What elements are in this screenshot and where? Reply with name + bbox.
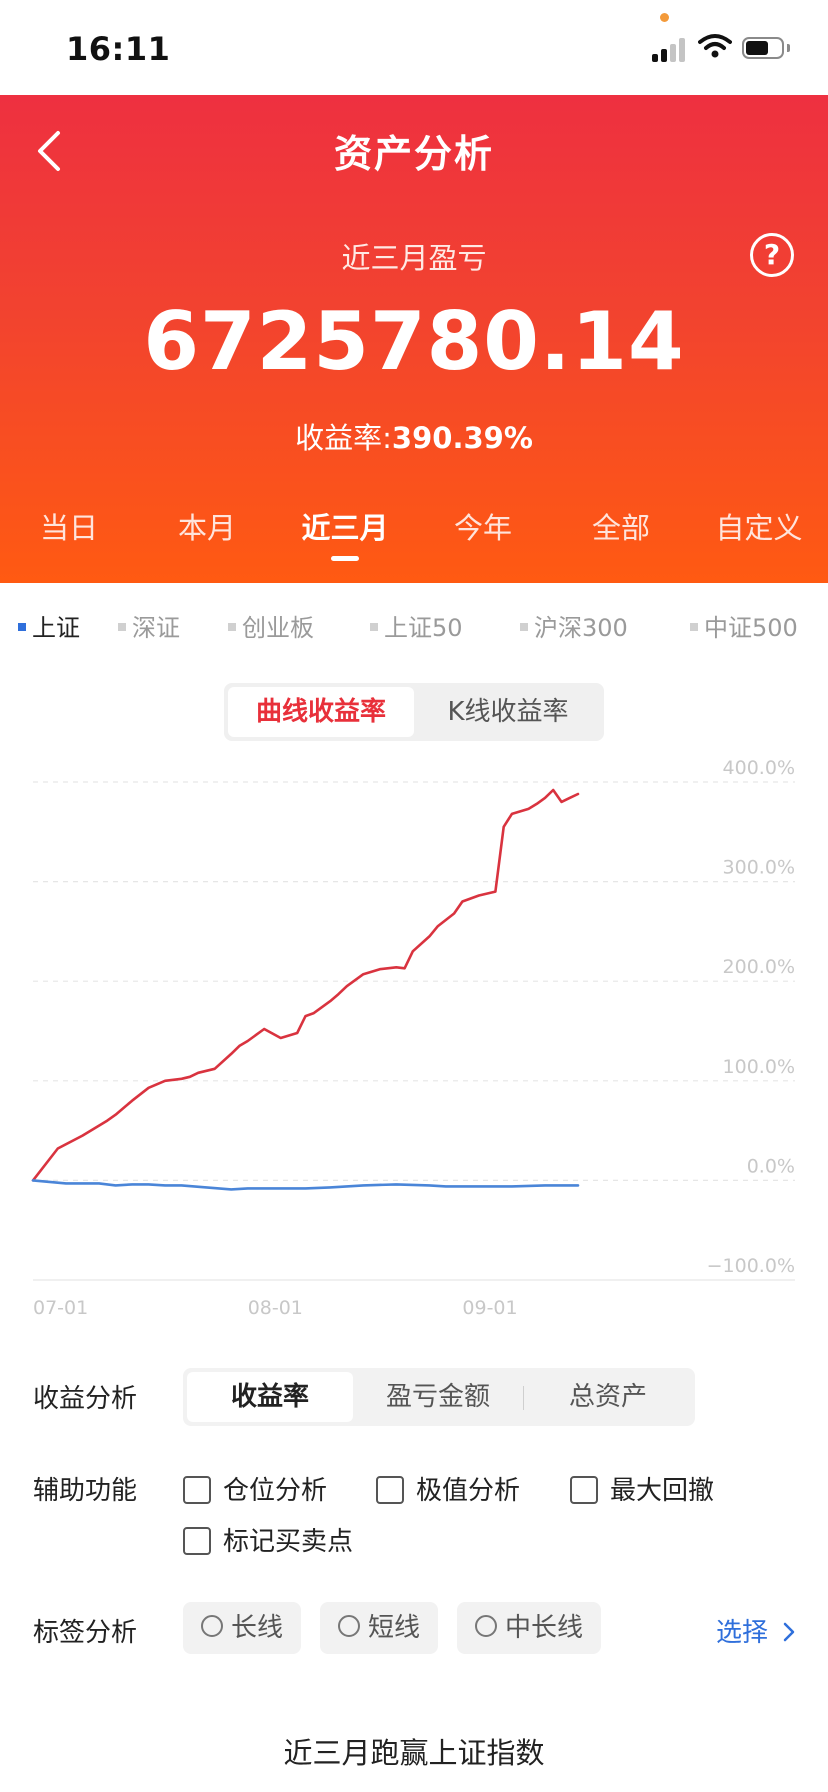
tag-text: 长线 — [231, 1613, 284, 1643]
tab-this-year[interactable]: 今年 — [414, 505, 552, 547]
profit-label: 近三月盈亏 — [341, 241, 487, 275]
analysis-option-total-assets[interactable]: 总资产 — [525, 1372, 691, 1422]
tab-today[interactable]: 当日 — [0, 505, 138, 547]
y-tick-label: 100.0% — [723, 1056, 795, 1078]
tag-text: 短线 — [368, 1613, 421, 1643]
tag-label: 标签分析 — [33, 1618, 138, 1648]
battery-tip — [787, 44, 790, 52]
chevron-right-icon — [784, 1622, 795, 1641]
legend-square-icon — [228, 623, 236, 631]
index-tab-shanghai[interactable]: 上证 — [18, 608, 80, 643]
legend-square-icon — [690, 623, 698, 631]
y-tick-label: 300.0% — [723, 857, 795, 879]
checkbox-label: 最大回撤 — [610, 1476, 715, 1506]
index-tab-label: 沪深300 — [534, 614, 628, 642]
legend-square-icon — [370, 623, 378, 631]
portfolio-return-line — [31, 788, 580, 1182]
status-time: 16:11 — [66, 30, 171, 68]
tag-long-term[interactable]: 长线 — [183, 1602, 302, 1654]
index-return-line — [31, 1179, 580, 1191]
return-rate-label: 收益率: — [295, 421, 392, 455]
radio-icon — [201, 1614, 223, 1637]
index-tab-label: 创业板 — [242, 614, 314, 642]
aux-label: 辅助功能 — [33, 1476, 138, 1506]
legend-square-icon — [520, 623, 528, 631]
y-tick-label: 0.0% — [747, 1155, 795, 1177]
x-tick-label: 08-01 — [248, 1297, 303, 1319]
tab-custom[interactable]: 自定义 — [690, 505, 828, 547]
tag-mid-long-term[interactable]: 中长线 — [457, 1602, 602, 1654]
return-rate: 收益率:390.39% — [0, 415, 828, 457]
period-tabs: 当日 本月 近三月 今年 全部 自定义 — [0, 505, 828, 565]
checkbox-icon — [570, 1475, 598, 1504]
y-tick-label: −100.0% — [707, 1255, 795, 1277]
analysis-option-profit[interactable]: 盈亏金额 — [355, 1372, 521, 1422]
tag-short-term[interactable]: 短线 — [320, 1602, 439, 1654]
buy-sell-marker-checkbox[interactable]: 标记买卖点 — [183, 1521, 353, 1558]
radio-icon — [338, 1614, 360, 1637]
index-tab-label: 中证500 — [704, 614, 798, 642]
x-tick-label: 07-01 — [33, 1297, 88, 1319]
x-tick-label: 09-01 — [462, 1297, 517, 1319]
index-tab-label: 深证 — [132, 614, 180, 642]
tab-three-months[interactable]: 近三月 — [276, 505, 414, 547]
legend-square-icon — [18, 623, 26, 631]
checkbox-icon — [376, 1475, 404, 1504]
profit-amount: 6725780.14 — [143, 295, 685, 388]
status-bar: 16:11 — [0, 0, 828, 95]
extreme-analysis-checkbox[interactable]: 极值分析 — [376, 1470, 520, 1507]
tab-this-month[interactable]: 本月 — [138, 505, 276, 547]
analysis-label: 收益分析 — [33, 1384, 138, 1414]
y-tick-label: 200.0% — [723, 956, 795, 978]
index-tab-sse50[interactable]: 上证50 — [370, 608, 463, 643]
hero-header: 资产分析 近三月盈亏 ? 6725780.14 收益率:390.39% 当日 本… — [0, 95, 828, 583]
page-title: 资产分析 — [333, 132, 494, 176]
max-drawdown-checkbox[interactable]: 最大回撤 — [570, 1470, 714, 1507]
wifi-icon — [698, 34, 732, 58]
return-rate-value: 390.39% — [391, 421, 533, 455]
y-tick-label: 400.0% — [723, 757, 795, 779]
chart-mode-toggle: 曲线收益率 K线收益率 — [224, 683, 604, 741]
checkbox-label: 极值分析 — [416, 1476, 521, 1506]
checkbox-label: 标记买卖点 — [223, 1527, 354, 1557]
analysis-option-rate[interactable]: 收益率 — [187, 1372, 353, 1422]
checkbox-label: 仓位分析 — [223, 1476, 328, 1506]
analysis-toggle: 收益率 盈亏金额 总资产 — [183, 1368, 695, 1426]
radio-icon — [475, 1614, 497, 1637]
divider — [523, 1386, 524, 1410]
curve-return-button[interactable]: 曲线收益率 — [228, 687, 414, 737]
checkbox-icon — [183, 1526, 211, 1555]
tab-all[interactable]: 全部 — [552, 505, 690, 547]
kline-return-button[interactable]: K线收益率 — [416, 687, 600, 737]
index-tab-shenzhen[interactable]: 深证 — [118, 608, 180, 643]
active-tab-indicator — [331, 556, 359, 561]
index-tab-label: 上证50 — [384, 614, 463, 642]
tag-text: 中长线 — [505, 1613, 584, 1643]
index-tab-chinext[interactable]: 创业板 — [228, 608, 314, 643]
index-tab-label: 上证 — [32, 614, 80, 642]
checkbox-icon — [183, 1475, 211, 1504]
legend-square-icon — [118, 623, 126, 631]
select-link[interactable]: 选择 — [716, 1612, 796, 1649]
return-chart: 400.0% 300.0% 200.0% 100.0% 0.0% −100.0% 07-01… — [31, 757, 795, 1319]
battery-icon — [742, 37, 784, 59]
help-icon[interactable]: ? — [750, 233, 794, 277]
cellular-signal-icon — [652, 38, 686, 62]
position-analysis-checkbox[interactable]: 仓位分析 — [183, 1470, 327, 1507]
outperform-title: 近三月跑赢上证指数 — [283, 1736, 545, 1770]
index-tab-csi500[interactable]: 中证500 — [690, 608, 798, 643]
privacy-indicator-dot — [660, 13, 669, 22]
index-tab-csi300[interactable]: 沪深300 — [520, 608, 628, 643]
select-label: 选择 — [716, 1618, 769, 1648]
